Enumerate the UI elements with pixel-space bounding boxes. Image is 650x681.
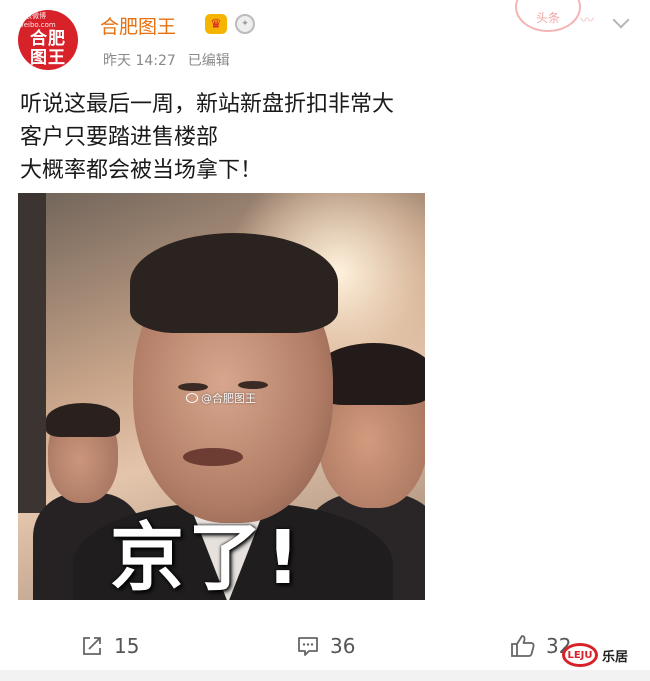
person-main-mouth <box>183 448 243 466</box>
post-meta: 昨天 14:27 已编辑 <box>103 50 230 70</box>
comment-button[interactable]: 36 <box>296 634 355 658</box>
photo-background-pillar <box>18 193 46 513</box>
person-main-hair <box>130 233 338 333</box>
comment-count: 36 <box>330 634 356 658</box>
repost-icon <box>83 637 101 655</box>
leju-label: 乐居 <box>602 649 629 665</box>
post-text-line: 大概率都会被当场拿下！ <box>20 158 263 183</box>
comment-icon <box>298 637 318 656</box>
person-left-hair <box>46 403 120 437</box>
stamp-wave-icon: 〰 <box>580 13 594 29</box>
leju-watermark: LEJU 乐居 <box>562 643 628 667</box>
image-watermark: @合肥图王 <box>186 390 256 406</box>
chevron-down-icon[interactable] <box>610 12 632 34</box>
stamp-icon: 头条 <box>515 0 581 32</box>
image-caption: 京了! <box>110 515 304 600</box>
thumbs-up-icon <box>511 635 535 657</box>
post-text-line: 客户只要踏进售楼部 <box>20 125 219 150</box>
avatar[interactable]: 新浪微博 weibo.com 合肥 图王 <box>18 10 78 70</box>
crown-badge-icon[interactable]: ♛ <box>205 14 227 34</box>
person-main-eye <box>238 381 268 389</box>
action-bar: 15 36 32 <box>0 622 650 670</box>
repost-count: 15 <box>114 634 140 658</box>
post-text-line: 听说这最后一周，新站新盘折扣非常大 <box>20 92 395 117</box>
bottom-divider <box>0 670 650 681</box>
edited-label[interactable]: 已编辑 <box>188 50 230 70</box>
leju-logo-icon: LEJU <box>562 643 598 667</box>
post-body: 听说这最后一周，新站新盘折扣非常大 客户只要踏进售楼部 大概率都会被当场拿下！ <box>20 88 620 187</box>
stamp-text: 头条 <box>535 11 560 25</box>
repost-button[interactable]: 15 <box>80 634 139 658</box>
avatar-title-1: 合肥 <box>30 29 66 49</box>
weibo-logo-icon <box>186 393 198 403</box>
medal-badge-icon[interactable]: ✦ <box>235 14 255 34</box>
avatar-title-2: 图王 <box>30 48 66 68</box>
post-image[interactable]: @合肥图王 京了! <box>18 193 425 600</box>
watermark-text: @合肥图王 <box>201 392 256 405</box>
avatar-brand-text: 新浪微博 weibo.com <box>18 12 56 29</box>
user-badges: ♛ ✦ <box>205 14 255 34</box>
post-time[interactable]: 昨天 14:27 <box>103 50 176 70</box>
username-link[interactable]: 合肥图王 <box>100 12 176 39</box>
